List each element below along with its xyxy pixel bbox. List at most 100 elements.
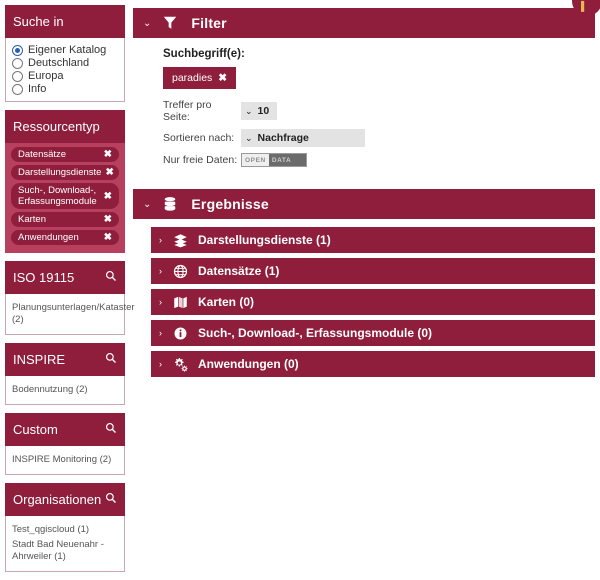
panel-custom-body: INSPIRE Monitoring (2) xyxy=(5,446,125,475)
sidebar: Suche in Eigener Katalog Deutschland Eur… xyxy=(5,5,135,580)
chevron-down-icon: ⌄ xyxy=(245,132,253,143)
search-icon[interactable] xyxy=(105,492,117,504)
filter-header[interactable]: ⌄ Filter xyxy=(133,8,595,38)
facet-link[interactable]: Test_qgiscloud (1) xyxy=(12,524,118,536)
pill-label: Anwendungen xyxy=(18,232,79,243)
chevron-down-icon: ⌄ xyxy=(245,105,253,116)
result-row-such-download-erfassungsmodule[interactable]: › Such-, Download-, Erfassungsmodule (0) xyxy=(151,320,595,346)
hits-per-page-value: 10 xyxy=(257,105,270,117)
panel-custom-header[interactable]: Custom xyxy=(5,413,125,446)
hits-per-page-row: Treffer pro Seite: ⌄ 10 xyxy=(163,99,595,123)
radio-deutschland[interactable]: Deutschland xyxy=(12,57,118,69)
result-row-darstellungsdienste[interactable]: › Darstellungsdienste (1) xyxy=(151,227,595,253)
facet-link[interactable]: Stadt Bad Neuenahr - Ahrweiler (1) xyxy=(12,539,118,563)
pill-label: Datensätze xyxy=(18,149,67,160)
result-row-label: Anwendungen (0) xyxy=(198,357,299,371)
facet-link[interactable]: INSPIRE Monitoring (2) xyxy=(12,454,118,466)
search-portal-page: ▌ Suche in Eigener Katalog Deutschland E… xyxy=(0,0,600,572)
panel-ressourcentyp-body: Datensätze ✖ Darstellungsdienste ✖ Such-… xyxy=(5,143,125,253)
sort-by-select[interactable]: ⌄ Nachfrage xyxy=(241,129,365,147)
radio-label: Eigener Katalog xyxy=(28,44,107,56)
open-data-toggle[interactable]: OPEN DATA xyxy=(241,153,308,167)
panel-iso-19115-header[interactable]: ISO 19115 xyxy=(5,261,125,294)
panel-organisationen: Organisationen Test_qgiscloud (1) Stadt … xyxy=(5,483,125,572)
panel-ressourcentyp-header[interactable]: Ressourcentyp xyxy=(5,110,125,143)
panel-suche-in-header[interactable]: Suche in xyxy=(5,5,125,38)
chevron-down-icon[interactable]: ⌄ xyxy=(143,18,151,29)
pill-darstellungsdienste[interactable]: Darstellungsdienste ✖ xyxy=(11,165,119,180)
pill-karten[interactable]: Karten ✖ xyxy=(11,212,119,227)
result-row-anwendungen[interactable]: › Anwendungen (0) xyxy=(151,351,595,377)
chevron-right-icon[interactable]: › xyxy=(159,359,162,369)
funnel-icon xyxy=(161,14,179,32)
info-circle-icon xyxy=(172,325,188,341)
close-icon[interactable]: ✖ xyxy=(218,72,227,84)
panel-iso-19115-body: Planungsunterlagen/Kataster (2) xyxy=(5,294,135,335)
result-row-karten[interactable]: › Karten (0) xyxy=(151,289,595,315)
pill-such-download-erfassungsmodule[interactable]: Such-, Download-, Erfassungsmodule ✖ xyxy=(11,183,119,209)
sort-by-value: Nachfrage xyxy=(257,132,309,144)
search-icon[interactable] xyxy=(105,352,117,364)
result-row-label: Such-, Download-, Erfassungsmodule (0) xyxy=(198,326,433,340)
close-icon[interactable]: ✖ xyxy=(105,167,113,178)
panel-custom-title: Custom xyxy=(13,422,58,437)
close-icon[interactable]: ✖ xyxy=(104,232,112,243)
chevron-right-icon[interactable]: › xyxy=(159,235,162,245)
radio-label: Deutschland xyxy=(28,57,90,69)
hits-per-page-select[interactable]: ⌄ 10 xyxy=(241,102,278,120)
pill-label: Karten xyxy=(18,214,46,225)
radio-label: Info xyxy=(28,83,47,95)
close-icon[interactable]: ✖ xyxy=(104,191,112,202)
panel-ressourcentyp: Ressourcentyp Datensätze ✖ Darstellungsd… xyxy=(5,110,125,253)
chevron-down-icon[interactable]: ⌄ xyxy=(143,199,151,210)
results-header[interactable]: ⌄ Ergebnisse xyxy=(133,189,595,219)
panel-inspire-header[interactable]: INSPIRE xyxy=(5,343,125,376)
open-data-open-text: OPEN xyxy=(245,156,266,164)
search-term-label: paradies xyxy=(172,72,213,84)
sort-by-row: Sortieren nach: ⌄ Nachfrage xyxy=(163,129,595,147)
open-data-data-text: DATA xyxy=(268,154,295,166)
results-list: › Darstellungsdienste (1) › Datensätze (… xyxy=(133,219,595,377)
panel-inspire: INSPIRE Bodennutzung (2) xyxy=(5,343,125,405)
hits-per-page-label: Treffer pro Seite: xyxy=(163,99,212,123)
search-icon[interactable] xyxy=(105,270,117,282)
search-icon[interactable] xyxy=(105,422,117,434)
facet-link[interactable]: Planungsunterlagen/Kataster (2) xyxy=(12,302,135,326)
globe-icon xyxy=(172,263,188,279)
pill-anwendungen[interactable]: Anwendungen ✖ xyxy=(11,230,119,245)
map-icon xyxy=(172,294,188,310)
panel-organisationen-body: Test_qgiscloud (1) Stadt Bad Neuenahr - … xyxy=(5,516,125,572)
main-content: ⌄ Filter Suchbegriff(e): paradies ✖ Tref… xyxy=(133,8,595,382)
chevron-right-icon[interactable]: › xyxy=(159,297,162,307)
corner-badge-glyph: ▌ xyxy=(581,1,588,11)
panel-custom: Custom INSPIRE Monitoring (2) xyxy=(5,413,125,475)
search-terms-label: Suchbegriff(e): xyxy=(163,48,245,60)
free-data-label: Nur freie Daten: xyxy=(163,154,238,166)
chevron-right-icon[interactable]: › xyxy=(159,328,162,338)
panel-suche-in: Suche in Eigener Katalog Deutschland Eur… xyxy=(5,5,125,102)
result-row-datensaetze[interactable]: › Datensätze (1) xyxy=(151,258,595,284)
radio-info[interactable]: Info xyxy=(12,83,118,95)
chevron-right-icon[interactable]: › xyxy=(159,266,162,276)
result-row-label: Karten (0) xyxy=(198,295,255,309)
close-icon[interactable]: ✖ xyxy=(104,214,112,225)
pill-datensaetze[interactable]: Datensätze ✖ xyxy=(11,147,119,162)
filter-title: Filter xyxy=(191,15,227,31)
panel-ressourcentyp-title: Ressourcentyp xyxy=(13,119,100,134)
radio-europa[interactable]: Europa xyxy=(12,70,118,82)
pill-label: Such-, Download-, Erfassungsmodule xyxy=(18,185,97,207)
facet-link[interactable]: Bodennutzung (2) xyxy=(12,384,118,396)
filter-body: Suchbegriff(e): paradies ✖ Treffer pro S… xyxy=(133,38,595,179)
panel-iso-19115-title: ISO 19115 xyxy=(13,270,75,285)
panel-suche-in-title: Suche in xyxy=(13,14,64,29)
radio-indicator xyxy=(12,70,23,82)
free-data-row: Nur freie Daten: OPEN DATA xyxy=(163,153,595,167)
radio-eigener-katalog[interactable]: Eigener Katalog xyxy=(12,44,118,56)
sort-by-label: Sortieren nach: xyxy=(163,132,235,144)
result-row-label: Darstellungsdienste (1) xyxy=(198,233,331,247)
layers-icon xyxy=(172,232,188,248)
panel-iso-19115: ISO 19115 Planungsunterlagen/Kataster (2… xyxy=(5,261,135,335)
close-icon[interactable]: ✖ xyxy=(104,149,112,160)
search-term-chip[interactable]: paradies ✖ xyxy=(163,67,237,89)
result-row-label: Datensätze (1) xyxy=(198,264,280,278)
